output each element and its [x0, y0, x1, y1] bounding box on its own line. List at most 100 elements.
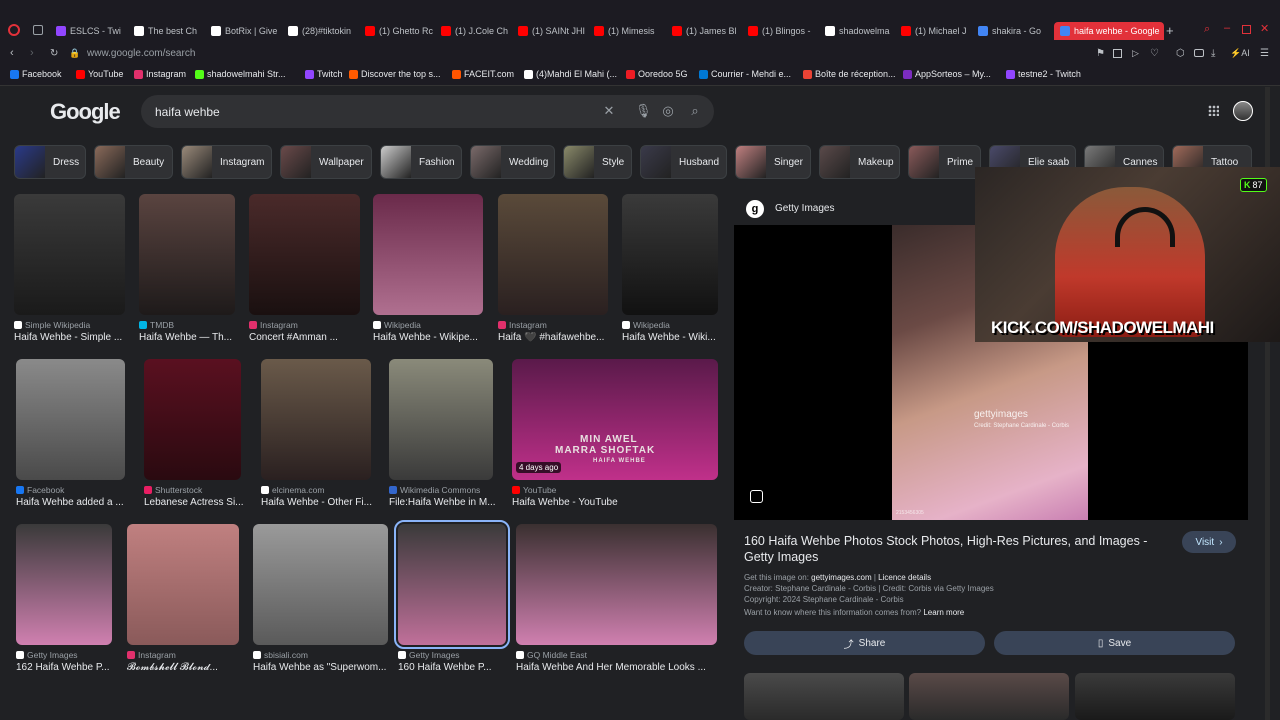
- result-source[interactable]: Wikipedia: [622, 320, 670, 330]
- result-title[interactable]: Concert #Amman ...: [249, 332, 338, 343]
- clear-icon[interactable]: ✕: [602, 104, 616, 118]
- visit-button[interactable]: Visit ›: [1182, 531, 1236, 553]
- chip-beauty[interactable]: Beauty: [94, 145, 173, 179]
- bookmark-item[interactable]: Discover the top s...: [349, 69, 441, 79]
- bookmark-item[interactable]: testne2 - Twitch: [1006, 69, 1081, 79]
- tab-3[interactable]: (28)#tiktokin: [288, 22, 358, 40]
- google-logo[interactable]: Google: [50, 99, 121, 125]
- preview-title[interactable]: 160 Haifa Wehbe Photos Stock Photos, Hig…: [744, 533, 1169, 565]
- search-box[interactable]: haifa wehbe ✕ 🎙 ◎ ⌕: [141, 95, 714, 128]
- result-source[interactable]: Instagram: [127, 650, 176, 660]
- result-title[interactable]: Haifa Wehbe And Her Memorable Looks ...: [516, 662, 706, 673]
- lens-icon[interactable]: ◎: [661, 104, 675, 118]
- reload-icon[interactable]: ↻: [50, 48, 58, 59]
- tab-10[interactable]: shadowelma: [825, 22, 895, 40]
- tab-list-icon[interactable]: [33, 25, 43, 35]
- result-title[interactable]: Haifa Wehbe as "Superwom...: [253, 662, 386, 673]
- learn-more-link[interactable]: Learn more: [923, 608, 964, 617]
- bookmark-item[interactable]: YouTube: [76, 69, 123, 79]
- result-title[interactable]: Haifa 🖤 #haifawehbe...: [498, 332, 604, 343]
- ai-icon[interactable]: ⚡AI: [1230, 48, 1250, 59]
- result-image[interactable]: [249, 194, 360, 315]
- result-source[interactable]: Wikimedia Commons: [389, 485, 480, 495]
- search-tabs-icon[interactable]: ⌕: [1204, 23, 1210, 36]
- url-text[interactable]: www.google.com/search: [87, 48, 195, 59]
- result-title[interactable]: Haifa Wehbe — Th...: [139, 332, 232, 343]
- menu-icon[interactable]: ☰: [1260, 48, 1269, 59]
- bookmark-item[interactable]: Facebook: [10, 69, 62, 79]
- microphone-icon[interactable]: 🎙: [635, 104, 652, 118]
- result-title[interactable]: 𝓑𝓸𝓶𝓫𝓼𝓱𝓮𝓵𝓵 𝓑𝓵𝓸𝓷𝓭...: [127, 662, 218, 673]
- result-image[interactable]: [516, 524, 717, 645]
- related-thumb[interactable]: [909, 673, 1069, 720]
- result-source[interactable]: Shutterstock: [144, 485, 202, 495]
- related-thumb[interactable]: [744, 673, 904, 720]
- result-title[interactable]: Haifa Wehbe - Simple ...: [14, 332, 122, 343]
- chip-fashion[interactable]: Fashion: [380, 145, 462, 179]
- forward-icon[interactable]: ›: [30, 47, 34, 59]
- lock-icon[interactable]: 🔒: [69, 48, 80, 59]
- result-image[interactable]: [144, 359, 241, 480]
- browser-logo-icon[interactable]: [8, 24, 20, 36]
- tab-0[interactable]: ESLCS - Twi: [56, 22, 126, 40]
- preview-source[interactable]: Getty Images: [775, 203, 834, 214]
- result-title[interactable]: Haifa Wehbe - Wikipe...: [373, 332, 478, 343]
- minimize-icon[interactable]: –: [1224, 22, 1230, 34]
- result-source[interactable]: GQ Middle East: [516, 650, 587, 660]
- extensions-icon[interactable]: ⬡: [1176, 48, 1185, 59]
- lens-search-icon[interactable]: [750, 490, 763, 503]
- tab-1[interactable]: The best Ch: [134, 22, 204, 40]
- result-source[interactable]: Wikipedia: [373, 320, 421, 330]
- tab-12[interactable]: shakira - Go: [978, 22, 1048, 40]
- result-image[interactable]: [253, 524, 388, 645]
- tab-5[interactable]: (1) J.Cole Ch: [441, 22, 511, 40]
- result-source[interactable]: Facebook: [16, 485, 64, 495]
- result-source[interactable]: Instagram: [249, 320, 298, 330]
- new-tab-icon[interactable]: +: [1166, 23, 1174, 38]
- result-image[interactable]: [16, 359, 125, 480]
- result-source[interactable]: sbisiali.com: [253, 650, 308, 660]
- bookmark-item[interactable]: Courrier - Mehdi e...: [699, 69, 791, 79]
- chip-singer[interactable]: Singer: [735, 145, 811, 179]
- chip-style[interactable]: Style: [563, 145, 632, 179]
- chip-husband[interactable]: Husband: [640, 145, 727, 179]
- result-source[interactable]: elcinema.com: [261, 485, 324, 495]
- result-source[interactable]: Instagram: [498, 320, 547, 330]
- result-image[interactable]: [622, 194, 718, 315]
- licence-link[interactable]: Licence details: [878, 573, 931, 582]
- search-input[interactable]: haifa wehbe: [155, 105, 220, 119]
- chip-prime[interactable]: Prime: [908, 145, 981, 179]
- result-title[interactable]: File:Haifa Wehbe in M...: [389, 497, 496, 508]
- apps-grid-icon[interactable]: [1208, 105, 1219, 116]
- result-title[interactable]: Haifa Wehbe - Other Fi...: [261, 497, 372, 508]
- result-image[interactable]: [389, 359, 493, 480]
- result-title[interactable]: Haifa Wehbe - Wiki...: [622, 332, 716, 343]
- tab-8[interactable]: (1) James Bl: [672, 22, 742, 40]
- result-image[interactable]: [394, 520, 510, 649]
- result-title[interactable]: Haifa Wehbe added a ...: [16, 497, 124, 508]
- avatar[interactable]: [1233, 101, 1253, 121]
- chip-wallpaper[interactable]: Wallpaper: [280, 145, 372, 179]
- wallet-icon[interactable]: [1194, 49, 1204, 57]
- chip-instagram[interactable]: Instagram: [181, 145, 272, 179]
- bookmark-icon[interactable]: ⚑: [1096, 48, 1105, 59]
- result-image[interactable]: [498, 194, 608, 315]
- bookmark-item[interactable]: AppSorteos – My...: [903, 69, 991, 79]
- snapshot-icon[interactable]: [1113, 48, 1122, 58]
- result-title[interactable]: Lebanese Actress Si...: [144, 497, 244, 508]
- tab-13[interactable]: haifa wehbe - Google: [1054, 22, 1164, 40]
- close-window-icon[interactable]: ✕: [1260, 22, 1269, 35]
- bookmark-item[interactable]: (4)Mahdi El Mahi (...: [524, 69, 617, 79]
- result-title[interactable]: 160 Haifa Wehbe P...: [398, 662, 492, 673]
- chip-dress[interactable]: Dress: [14, 145, 86, 179]
- tab-4[interactable]: (1) Ghetto Rc: [365, 22, 435, 40]
- result-source[interactable]: YouTube: [512, 485, 556, 495]
- tab-2[interactable]: BotRix | Give: [211, 22, 281, 40]
- save-button[interactable]: ▯ Save: [994, 631, 1235, 655]
- maximize-icon[interactable]: [1242, 25, 1251, 34]
- tab-11[interactable]: (1) Michael J: [901, 22, 971, 40]
- back-icon[interactable]: ‹: [10, 47, 14, 59]
- result-image[interactable]: [14, 194, 125, 315]
- result-image[interactable]: [373, 194, 483, 315]
- tab-9[interactable]: (1) Blingos -: [748, 22, 818, 40]
